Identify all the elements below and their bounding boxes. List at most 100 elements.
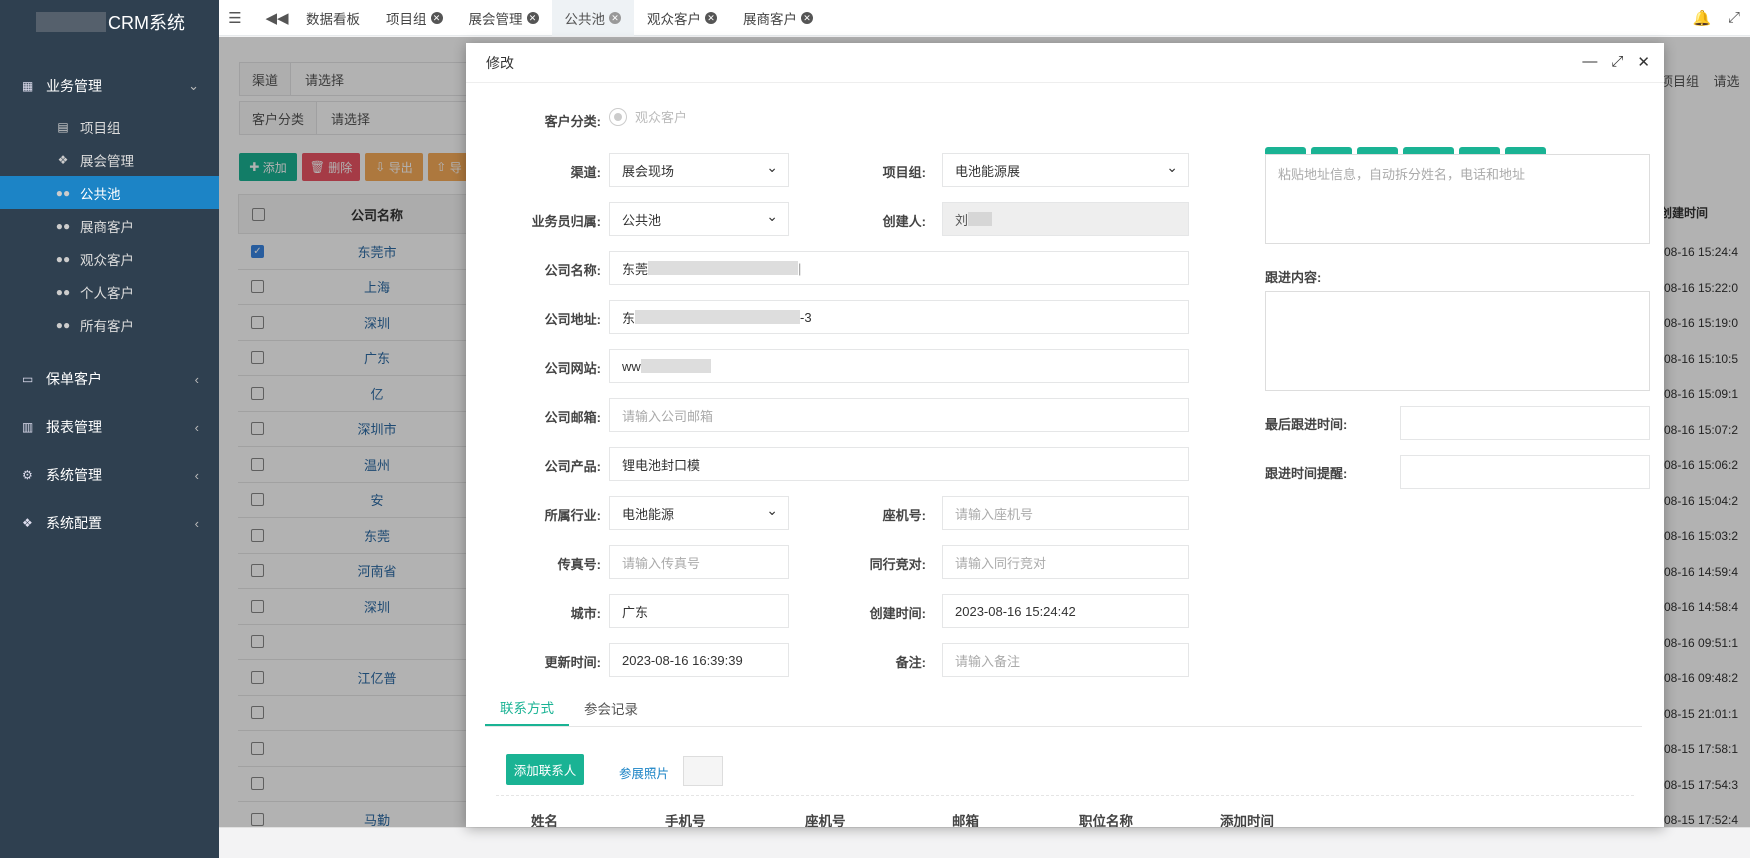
tab-scroll-left-icon[interactable]: ◀◀: [261, 9, 293, 27]
landline-field[interactable]: 请输入座机号: [942, 496, 1189, 530]
industry-select[interactable]: 电池能源: [609, 496, 789, 530]
menu-toggle-icon[interactable]: ☰: [219, 9, 251, 27]
peer-field[interactable]: 请输入同行竞对: [942, 545, 1189, 579]
company-product-field[interactable]: 锂电池封口模: [609, 447, 1189, 481]
tab-public-pool[interactable]: 公共池 ✕: [551, 0, 634, 36]
close-icon[interactable]: ✕: [609, 11, 621, 24]
radio-icon: [609, 107, 627, 126]
minimize-icon[interactable]: —: [1582, 53, 1597, 71]
add-contact-button[interactable]: 添加联系人: [506, 754, 584, 785]
close-icon[interactable]: ✕: [430, 11, 443, 24]
chevron-left-icon: ‹: [194, 515, 199, 531]
building-icon: ▦: [22, 79, 34, 93]
close-icon[interactable]: ✕: [705, 11, 717, 24]
fax-field[interactable]: 请输入传真号: [609, 545, 789, 579]
dialog-title: 修改: [486, 54, 514, 71]
col-landline: 座机号: [805, 814, 846, 827]
divider: [496, 795, 1634, 796]
company-website-field[interactable]: ww: [609, 349, 1189, 383]
close-icon[interactable]: ✕: [801, 11, 813, 24]
updated-time-field[interactable]: 2023-08-16 16:39:39: [609, 643, 789, 677]
tab-dashboard[interactable]: 数据看板: [293, 0, 373, 36]
nav-group-reports[interactable]: ▥ 报表管理 ‹: [0, 403, 219, 451]
bell-icon[interactable]: 🔔: [1686, 9, 1718, 27]
company-product-label: 公司产品:: [544, 459, 601, 474]
close-icon[interactable]: ✕: [1637, 53, 1650, 71]
app-logo: CRM系统: [0, 0, 219, 44]
footer-bar: [219, 827, 1750, 858]
updated-time-label: 更新时间:: [544, 655, 601, 670]
col-name: 姓名: [531, 814, 558, 827]
creator-label: 创建人:: [882, 214, 926, 229]
gear-icon: ⚙: [22, 468, 33, 482]
company-website-label: 公司网站:: [544, 361, 601, 376]
created-time-label: 创建时间:: [869, 606, 926, 621]
sidebar-item-project-group[interactable]: ▤ 项目组: [0, 110, 219, 143]
nav-group-system-management[interactable]: ⚙ 系统管理 ‹: [0, 451, 219, 499]
followup-reminder-field[interactable]: [1400, 455, 1650, 489]
tab-exhibition[interactable]: 展会管理 ✕: [456, 0, 552, 36]
sidebar-item-visitor-customers[interactable]: ●● 观众客户: [0, 242, 219, 275]
chevron-left-icon: ‹: [194, 371, 199, 387]
col-position: 职位名称: [1079, 814, 1133, 827]
dialog-header: 修改 — ⤢ ✕: [466, 43, 1664, 83]
chevron-left-icon: ‹: [194, 467, 199, 483]
company-email-field[interactable]: 请输入公司邮箱: [609, 398, 1189, 432]
company-name-field[interactable]: 东莞 |: [609, 251, 1189, 285]
app-title: CRM系统: [108, 13, 185, 33]
tab-contacts[interactable]: 联系方式: [485, 689, 569, 726]
edit-dialog: 修改 — ⤢ ✕ 客户分类: 观众客户 新增 删除 保存 下一条 保护 退出 渠…: [466, 43, 1664, 827]
remark-field[interactable]: 请输入备注: [942, 643, 1189, 677]
users-icon: ●●: [55, 317, 71, 332]
channel-select[interactable]: 展会现场: [609, 153, 789, 187]
salesperson-select[interactable]: 公共池: [609, 202, 789, 236]
tab-exhibitor-customers[interactable]: 展商客户 ✕: [730, 0, 826, 36]
industry-label: 所属行业:: [544, 508, 601, 523]
channel-label: 渠道:: [570, 165, 601, 180]
chevron-left-icon: ‹: [194, 419, 199, 435]
last-followup-field[interactable]: [1400, 406, 1650, 440]
cubes-icon: ❖: [57, 152, 69, 167]
users-icon: ●●: [55, 284, 71, 299]
company-address-field[interactable]: 东 -3: [609, 300, 1189, 334]
creator-field: 刘: [942, 202, 1189, 236]
tab-attendance-records[interactable]: 参会记录: [569, 689, 653, 726]
last-followup-label: 最后跟进时间:: [1265, 417, 1348, 432]
address-parse-textarea[interactable]: 粘贴地址信息，自动拆分姓名，电话和地址: [1265, 154, 1650, 244]
tab-project-group[interactable]: 项目组 ✕: [373, 0, 456, 36]
nav-group-policy-customers[interactable]: ▭ 保单客户 ‹: [0, 355, 219, 403]
customer-type-radio[interactable]: 观众客户: [609, 107, 687, 126]
close-icon[interactable]: ✕: [526, 11, 539, 24]
followup-content-label: 跟进内容:: [1265, 270, 1322, 285]
remark-label: 备注:: [895, 655, 926, 670]
cubes-icon: ❖: [22, 516, 33, 530]
fax-label: 传真号:: [557, 557, 601, 572]
tab-visitor-customers[interactable]: 观众客户 ✕: [634, 0, 730, 36]
nav-group-system-config[interactable]: ❖ 系统配置 ‹: [0, 499, 219, 547]
followup-reminder-label: 跟进时间提醒:: [1265, 466, 1348, 481]
exhibition-photo-thumbnail[interactable]: [683, 756, 723, 786]
fullscreen-icon[interactable]: ⤢: [1718, 9, 1750, 26]
created-time-field[interactable]: 2023-08-16 15:24:42: [942, 594, 1189, 628]
customer-type-label: 客户分类:: [544, 114, 601, 129]
sidebar-item-all-customers[interactable]: ●● 所有客户: [0, 308, 219, 341]
users-icon: ●●: [55, 251, 71, 266]
sidebar-item-exhibition[interactable]: ❖ 展会管理: [0, 143, 219, 176]
project-group-select[interactable]: 电池能源展: [942, 153, 1189, 187]
col-mobile: 手机号: [665, 814, 706, 827]
map-icon: ▥: [22, 420, 34, 434]
users-icon: ●●: [55, 218, 71, 233]
top-tab-bar: ☰ ◀◀ 数据看板 项目组 ✕ 展会管理 ✕ 公共池 ✕ 观众客户 ✕ 展商客户 ✕ 🔔 …: [219, 0, 1750, 36]
sidebar-item-exhibitor-customers[interactable]: ●● 展商客户: [0, 209, 219, 242]
company-address-label: 公司地址:: [544, 312, 601, 327]
card-icon: ▭: [22, 372, 34, 386]
exhibition-photo-link[interactable]: 参展照片: [619, 763, 669, 782]
project-group-label: 项目组:: [882, 165, 926, 180]
followup-content-textarea[interactable]: [1265, 291, 1650, 391]
city-field[interactable]: 广东: [609, 594, 789, 628]
sidebar-item-public-pool[interactable]: ●● 公共池: [0, 176, 219, 209]
sidebar-item-personal-customers[interactable]: ●● 个人客户: [0, 275, 219, 308]
landline-label: 座机号:: [882, 508, 926, 523]
nav-group-business[interactable]: ▦ 业务管理 ⌄: [0, 62, 219, 110]
maximize-icon[interactable]: ⤢: [1611, 53, 1623, 71]
